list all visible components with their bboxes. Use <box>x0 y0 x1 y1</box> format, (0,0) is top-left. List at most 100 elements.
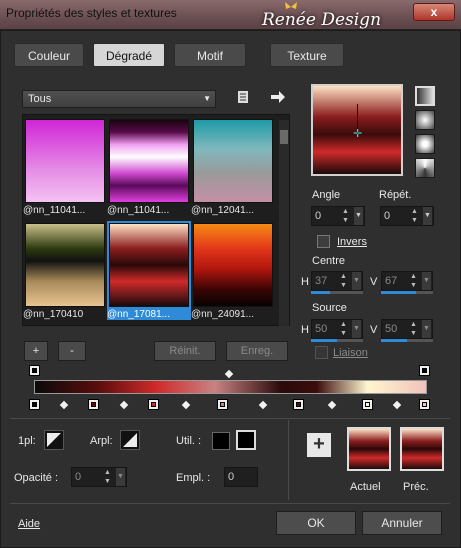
center-v-slider[interactable] <box>381 291 433 294</box>
util-color-swatch-active[interactable] <box>236 430 256 450</box>
gallery-item[interactable]: @nn_24091... <box>191 223 273 320</box>
category-dropdown-value: Tous <box>28 93 52 105</box>
repeat-spinner[interactable]: 0 ▲ ▼ ▼ <box>380 206 434 226</box>
link-checkbox[interactable] <box>315 346 328 359</box>
color-stop[interactable] <box>88 399 99 410</box>
cancel-button[interactable]: Annuler <box>362 511 442 535</box>
chevron-down-icon[interactable]: ▼ <box>354 207 363 225</box>
tab-couleur[interactable]: Couleur <box>14 43 84 67</box>
color-stop[interactable] <box>29 399 40 410</box>
linear-gradient-type-button[interactable] <box>415 86 435 106</box>
opacity-stop-end[interactable] <box>419 365 430 376</box>
gradient-thumbnail <box>107 221 191 309</box>
spinner-arrows-icon[interactable]: ▲ ▼ <box>340 320 350 338</box>
close-button[interactable]: x <box>413 3 455 21</box>
add-stop-icon[interactable]: + <box>307 433 331 457</box>
gallery-item[interactable]: @nn_11041... <box>107 119 189 216</box>
divider <box>10 418 450 419</box>
angle-spinner[interactable]: 0 ▲ ▼ ▼ <box>311 206 365 226</box>
gallery-item[interactable]: @nn_17081... <box>107 221 191 320</box>
chevron-down-icon[interactable]: ▼ <box>352 272 361 290</box>
chevron-down-icon[interactable]: ▼ <box>116 468 125 486</box>
spinner-arrows-icon[interactable]: ▲ ▼ <box>104 468 114 486</box>
gallery-item[interactable]: @nn_170410 <box>23 223 105 320</box>
foreground-triangle-icon[interactable] <box>44 430 64 450</box>
watermark-logo: Renée Design <box>262 10 382 30</box>
source-v-value: 50 <box>385 323 398 335</box>
opacity-stop-start[interactable] <box>29 365 40 376</box>
invert-checkbox[interactable] <box>317 235 330 248</box>
tab-texture[interactable]: Texture <box>270 43 344 67</box>
reset-button[interactable]: Réinit. <box>154 341 216 361</box>
spinner-arrows-icon[interactable]: ▲ ▼ <box>342 207 352 225</box>
spinner-arrows-icon[interactable]: ▲ ▼ <box>410 272 420 290</box>
color-stop[interactable] <box>419 399 430 410</box>
center-h-spinner[interactable]: 37 ▲ ▼ ▼ <box>311 271 363 291</box>
color-stop[interactable] <box>148 399 159 410</box>
1pl-label: 1pl: <box>18 435 36 447</box>
source-v-spinner[interactable]: 50 ▲ ▼ ▼ <box>381 319 433 339</box>
chevron-down-icon[interactable]: ▼ <box>423 207 432 225</box>
scrollbar-thumb[interactable] <box>280 130 288 144</box>
gallery-item-label: @nn_12041... <box>191 205 254 216</box>
empl-label: Empl. : <box>176 472 211 484</box>
remove-gradient-button[interactable]: - <box>58 341 86 361</box>
util-color-swatch[interactable] <box>212 432 230 450</box>
spinner-arrows-icon[interactable]: ▲ ▼ <box>340 272 350 290</box>
angle-value: 0 <box>315 210 322 222</box>
gallery-item[interactable]: @nn_12041... <box>191 119 273 216</box>
center-v-spinner[interactable]: 67 ▲ ▼ ▼ <box>381 271 433 291</box>
center-h-slider[interactable] <box>311 291 363 294</box>
location-field[interactable]: 0 <box>224 467 258 487</box>
divider <box>10 503 450 504</box>
spinner-arrows-icon[interactable]: ▲ ▼ <box>411 207 421 225</box>
source-v-slider[interactable] <box>381 339 433 342</box>
chevron-down-icon[interactable]: ▼ <box>422 320 431 338</box>
gradient-preview[interactable]: ✛ <box>311 84 403 176</box>
center-label: Centre <box>312 255 346 267</box>
gallery-scrollbar[interactable] <box>279 120 289 326</box>
center-h-value: 37 <box>315 275 328 287</box>
ok-button[interactable]: OK <box>276 511 356 535</box>
gradient-editor-bar[interactable] <box>34 380 427 394</box>
color-stop[interactable] <box>362 399 373 410</box>
gallery-item-label: @nn_11041... <box>23 205 86 216</box>
opacity-spinner[interactable]: 0 ▲ ▼ ▼ <box>71 467 127 487</box>
source-h-slider[interactable] <box>311 339 363 342</box>
category-dropdown[interactable]: Tous ▼ <box>22 90 216 108</box>
title-bar: Propriétés des styles et textures Renée … <box>0 0 461 30</box>
opacity-value: 0 <box>75 471 82 483</box>
gallery-item[interactable]: @nn_11041... <box>23 119 105 216</box>
help-link[interactable]: Aide <box>18 518 40 530</box>
repeat-value: 0 <box>384 210 391 222</box>
source-h-label: H <box>301 324 309 336</box>
tab-degrade[interactable]: Dégradé <box>93 43 165 67</box>
color-stop[interactable] <box>217 399 228 410</box>
window-title: Propriétés des styles et textures <box>6 6 177 20</box>
current-gradient-swatch[interactable] <box>347 427 391 471</box>
source-h-spinner[interactable]: 50 ▲ ▼ ▼ <box>311 319 363 339</box>
previous-gradient-swatch[interactable] <box>400 427 444 471</box>
center-handle-icon[interactable]: ✛ <box>353 129 362 140</box>
background-triangle-icon[interactable] <box>120 430 140 450</box>
chevron-down-icon[interactable]: ▼ <box>422 272 431 290</box>
gradient-thumbnail <box>193 223 273 307</box>
tab-motif[interactable]: Motif <box>174 43 246 67</box>
spinner-arrows-icon[interactable]: ▲ ▼ <box>410 320 420 338</box>
rectangular-gradient-type-button[interactable] <box>415 110 435 130</box>
source-label: Source <box>312 302 347 314</box>
add-gradient-button[interactable]: + <box>24 341 48 361</box>
center-v-label: V <box>370 276 378 288</box>
arrow-right-icon[interactable] <box>270 90 286 104</box>
color-stop[interactable] <box>293 399 304 410</box>
invert-label[interactable]: Invers <box>337 236 367 248</box>
link-label[interactable]: Liaison <box>333 347 368 359</box>
document-icon[interactable] <box>236 90 250 104</box>
source-v-label: V <box>370 324 378 336</box>
radial-gradient-type-button[interactable] <box>415 134 435 154</box>
center-v-value: 67 <box>385 275 398 287</box>
save-button[interactable]: Enreg. <box>226 341 288 361</box>
chevron-down-icon[interactable]: ▼ <box>352 320 361 338</box>
sunburst-gradient-type-button[interactable] <box>415 158 435 178</box>
gradient-thumbnail <box>25 119 105 203</box>
